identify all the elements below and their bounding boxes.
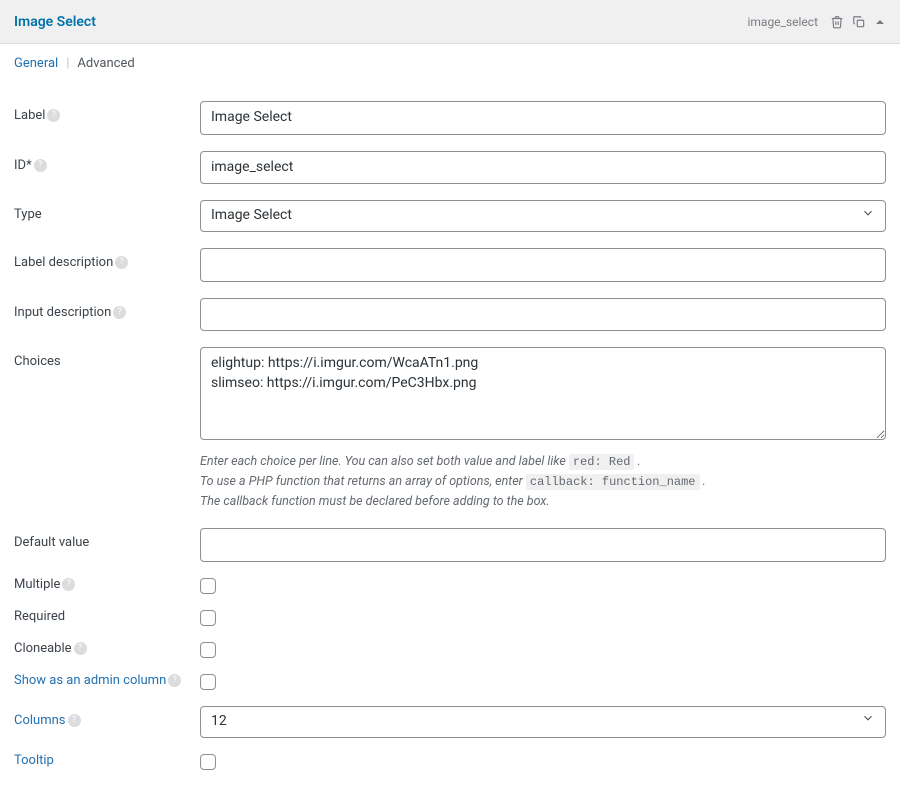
id-input[interactable] xyxy=(200,151,886,185)
cloneable-checkbox[interactable] xyxy=(200,642,216,658)
tooltip-checkbox[interactable] xyxy=(200,754,216,770)
columns-select[interactable]: 12 xyxy=(200,706,886,738)
default-value-label: Default value xyxy=(14,528,200,550)
choices-textarea[interactable] xyxy=(200,347,886,439)
row-label-desc: Label description? xyxy=(14,248,886,282)
row-required: Required xyxy=(14,608,886,626)
admin-column-checkbox[interactable] xyxy=(200,674,216,690)
label-desc-label: Label description? xyxy=(14,248,200,270)
row-choices: Choices Enter each choice per line. You … xyxy=(14,347,886,512)
row-tooltip: Tooltip xyxy=(14,752,886,770)
label-input[interactable] xyxy=(200,101,886,135)
help-icon[interactable]: ? xyxy=(47,109,60,122)
help-icon[interactable]: ? xyxy=(113,306,126,319)
row-default-value: Default value xyxy=(14,528,886,562)
type-label: Type xyxy=(14,200,200,222)
columns-label[interactable]: Columns? xyxy=(14,706,200,728)
choices-hint: Enter each choice per line. You can also… xyxy=(200,452,886,512)
trash-icon[interactable] xyxy=(830,15,844,29)
multiple-checkbox[interactable] xyxy=(200,578,216,594)
copy-icon[interactable] xyxy=(852,15,866,29)
label-label: Label? xyxy=(14,101,200,123)
cloneable-label: Cloneable? xyxy=(14,640,200,656)
columns-select-value: 12 xyxy=(211,712,227,732)
collapse-icon[interactable] xyxy=(874,16,886,28)
chevron-down-icon xyxy=(861,206,875,227)
id-label: ID*? xyxy=(14,151,200,173)
chevron-down-icon xyxy=(861,711,875,732)
row-multiple: Multiple? xyxy=(14,576,886,594)
admin-column-label[interactable]: Show as an admin column? xyxy=(14,672,200,688)
panel-slug: image_select xyxy=(747,15,818,29)
row-columns: Columns? 12 xyxy=(14,706,886,738)
tooltip-label[interactable]: Tooltip xyxy=(14,752,200,768)
help-icon[interactable]: ? xyxy=(62,578,75,591)
row-admin-column: Show as an admin column? xyxy=(14,672,886,690)
row-cloneable: Cloneable? xyxy=(14,640,886,658)
row-input-desc: Input description? xyxy=(14,298,886,332)
form-body: Label? ID*? Type Image Select Label desc… xyxy=(0,77,900,785)
tabs: General | Advanced xyxy=(0,44,900,77)
default-value-input[interactable] xyxy=(200,528,886,562)
row-label: Label? xyxy=(14,101,886,135)
help-icon[interactable]: ? xyxy=(168,674,181,687)
tab-general[interactable]: General xyxy=(14,56,64,71)
help-icon[interactable]: ? xyxy=(74,642,87,655)
row-id: ID*? xyxy=(14,151,886,185)
tab-separator: | xyxy=(66,56,75,71)
panel-actions: image_select xyxy=(747,15,886,29)
panel-header: Image Select image_select xyxy=(0,0,900,44)
input-desc-label: Input description? xyxy=(14,298,200,320)
type-select[interactable]: Image Select xyxy=(200,200,886,232)
tab-advanced[interactable]: Advanced xyxy=(77,56,140,71)
input-desc-input[interactable] xyxy=(200,298,886,332)
choices-label: Choices xyxy=(14,347,200,369)
panel-title: Image Select xyxy=(14,14,96,30)
help-icon[interactable]: ? xyxy=(115,256,128,269)
help-icon[interactable]: ? xyxy=(68,714,81,727)
required-checkbox[interactable] xyxy=(200,610,216,626)
help-icon[interactable]: ? xyxy=(34,159,47,172)
type-select-value: Image Select xyxy=(211,206,292,226)
label-desc-input[interactable] xyxy=(200,248,886,282)
required-label: Required xyxy=(14,608,200,624)
multiple-label: Multiple? xyxy=(14,576,200,592)
row-type: Type Image Select xyxy=(14,200,886,232)
